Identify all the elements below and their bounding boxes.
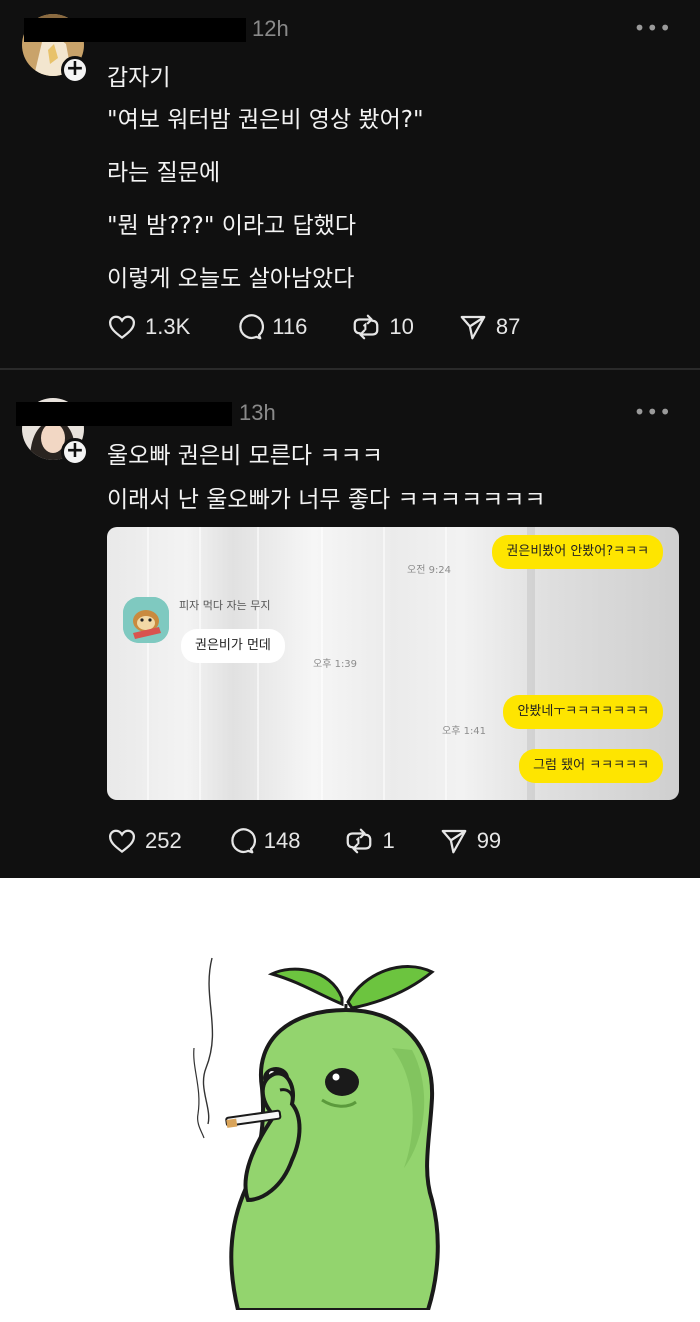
message-time: 오후 1:41 [442, 726, 487, 737]
chat-message-sent: 안봤네ㅜㅋㅋㅋㅋㅋㅋㅋ [503, 695, 663, 729]
share-count: 99 [476, 828, 502, 853]
like-count: 1.3K [145, 314, 191, 339]
post-text-line: 라는 질문에 [107, 160, 221, 186]
sender-avatar [123, 597, 169, 643]
more-dots-icon[interactable]: ••• [634, 16, 672, 40]
follow-plus-icon[interactable]: + [61, 438, 89, 466]
sprout-character-illustration [193, 957, 440, 1310]
action-bar: 252 148 1 99 [107, 826, 545, 856]
thread-post-1: + 12h ••• 갑자기 "여보 워터밤 권은비 영상 봤어?" 라는 질문에… [0, 0, 700, 368]
repost-count: 1 [382, 828, 395, 853]
thread-post-2: + 13h ••• 울오빠 권은비 모른다 ㅋㅋㅋ 이래서 난 울오빠가 너무 … [0, 370, 700, 878]
post-text-line: 갑자기 [107, 65, 171, 91]
comment-count: 116 [272, 314, 308, 339]
share-button[interactable]: 99 [439, 826, 501, 856]
repost-button[interactable]: 10 [351, 312, 414, 342]
chat-sender-name: 피자 먹다 자는 무지 [179, 599, 271, 612]
share-button[interactable]: 87 [458, 312, 520, 342]
message-time: 오후 1:39 [313, 659, 358, 670]
repost-icon [353, 314, 379, 340]
more-dots-icon[interactable]: ••• [634, 400, 672, 424]
attached-chat-image[interactable]: 권은비봤어 안봤어?ㅋㅋㅋ 오전 9:24 피자 먹다 자는 무지 권은비가 먼… [107, 527, 679, 800]
post-text-line: "여보 워터밤 권은비 영상 봤어?" [107, 107, 424, 133]
redacted-username [24, 18, 246, 42]
post-time: 13h [239, 400, 276, 425]
action-bar: 1.3K 116 10 87 [107, 312, 564, 342]
comment-bubble-icon [231, 828, 256, 854]
like-button[interactable]: 252 [107, 826, 182, 856]
chat-message-sent: 그럼 됐어 ㅋㅋㅋㅋㅋ [519, 749, 663, 783]
send-icon [441, 829, 467, 854]
like-count: 252 [145, 828, 182, 853]
comment-count: 148 [263, 828, 301, 853]
repost-button[interactable]: 1 [344, 826, 395, 856]
heart-icon [108, 315, 136, 340]
send-icon [460, 315, 486, 340]
comment-button[interactable]: 116 [234, 312, 307, 342]
post-text-line: 이렇게 오늘도 살아남았다 [107, 266, 355, 292]
chat-message-sent: 권은비봤어 안봤어?ㅋㅋㅋ [492, 535, 663, 569]
post-time: 12h [252, 16, 289, 41]
like-button[interactable]: 1.3K [107, 312, 190, 342]
repost-icon [347, 828, 372, 854]
comment-bubble-icon [239, 314, 265, 340]
comment-button[interactable]: 148 [226, 826, 301, 856]
chat-message-received: 권은비가 먼데 [181, 629, 285, 663]
heart-icon [108, 829, 136, 854]
post-text-line: 이래서 난 울오빠가 너무 좋다 ㅋㅋㅋㅋㅋㅋㅋ [107, 487, 546, 513]
redacted-username [16, 402, 232, 426]
repost-count: 10 [389, 314, 414, 339]
post-text-line: 울오빠 권은비 모른다 ㅋㅋㅋ [107, 443, 383, 469]
message-time: 오전 9:24 [407, 565, 452, 576]
share-count: 87 [495, 314, 521, 339]
follow-plus-icon[interactable]: + [61, 56, 89, 84]
post-text-line: "뭔 밤???" 이라고 답했다 [107, 213, 356, 239]
